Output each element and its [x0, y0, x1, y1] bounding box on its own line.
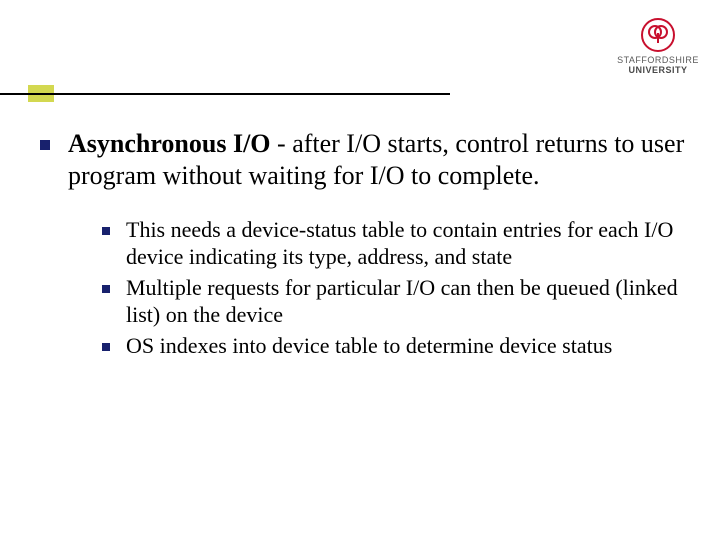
square-bullet-icon: [40, 140, 50, 150]
list-item: Multiple requests for particular I/O can…: [102, 275, 690, 329]
sub-bullet-list: This needs a device-status table to cont…: [102, 217, 690, 359]
square-bullet-icon: [102, 227, 110, 235]
sub-bullet-text: Multiple requests for particular I/O can…: [126, 275, 690, 329]
square-bullet-icon: [102, 285, 110, 293]
list-item: OS indexes into device table to determin…: [102, 333, 690, 360]
university-logo: STAFFORDSHIRE UNIVERSITY: [616, 18, 700, 76]
main-bullet-text: Asynchronous I/O - after I/O starts, con…: [68, 128, 690, 191]
main-bullet-row: Asynchronous I/O - after I/O starts, con…: [40, 128, 690, 191]
header-rule: [0, 93, 450, 95]
logo-text-line2: UNIVERSITY: [616, 66, 700, 76]
biohazard-icon: [641, 18, 675, 52]
list-item: This needs a device-status table to cont…: [102, 217, 690, 271]
square-bullet-icon: [102, 343, 110, 351]
main-bullet-lead: Asynchronous I/O: [68, 129, 271, 158]
sub-bullet-text: This needs a device-status table to cont…: [126, 217, 690, 271]
sub-bullet-text: OS indexes into device table to determin…: [126, 333, 612, 360]
slide-body: Asynchronous I/O - after I/O starts, con…: [40, 128, 690, 364]
